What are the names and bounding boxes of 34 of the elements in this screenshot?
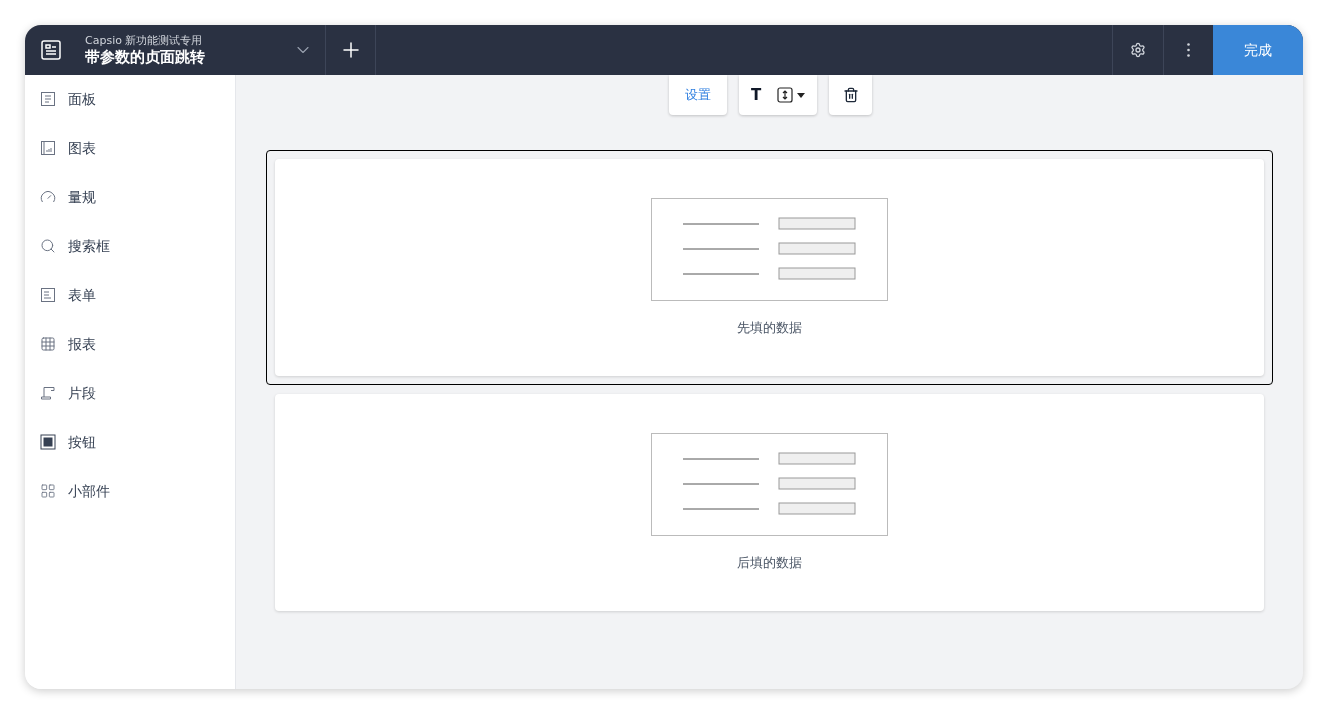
sidebar-item[interactable]: 搜索框 [40,236,190,256]
square-icon [40,434,56,450]
add-button[interactable] [325,25,376,75]
panel-icon [40,91,56,107]
scroll-icon [40,385,56,401]
gauge-icon [40,189,56,205]
form-caption: 先填的数据 [737,318,802,337]
delete-button[interactable] [829,75,873,115]
page-title: 带参数的贞面跳转 [85,47,205,67]
app-name: Capsio 新功能测试专用 [85,33,204,48]
grid-icon [40,336,56,352]
widgets-icon [40,483,56,499]
sidebar-item[interactable]: 图表 [40,138,190,158]
done-button[interactable]: 完成 [1213,25,1303,75]
form-caption: 后填的数据 [737,553,802,572]
form-icon [40,287,56,303]
sidebar-item[interactable]: 片段 [40,383,190,403]
text-button[interactable]: T [750,83,762,107]
search-icon [40,238,56,254]
sidebar-item[interactable]: 表单 [40,285,190,305]
settings-tab[interactable]: 设置 [668,75,727,115]
sidebar-item[interactable]: 量规 [40,187,190,207]
sidebar-item[interactable]: 按钮 [40,432,190,452]
sidebar-item[interactable]: 面板 [40,89,190,109]
sidebar-item[interactable]: 报表 [40,334,190,354]
page-icon [41,40,61,60]
more-icon [1187,43,1190,57]
settings-icon [1130,42,1146,58]
vertical-arrows-icon [777,87,794,103]
trash-icon [842,87,859,103]
sidebar-item[interactable]: 小部件 [40,481,190,501]
height-dropdown[interactable] [777,87,806,103]
chart-icon [40,140,56,156]
caret-icon [797,92,806,98]
